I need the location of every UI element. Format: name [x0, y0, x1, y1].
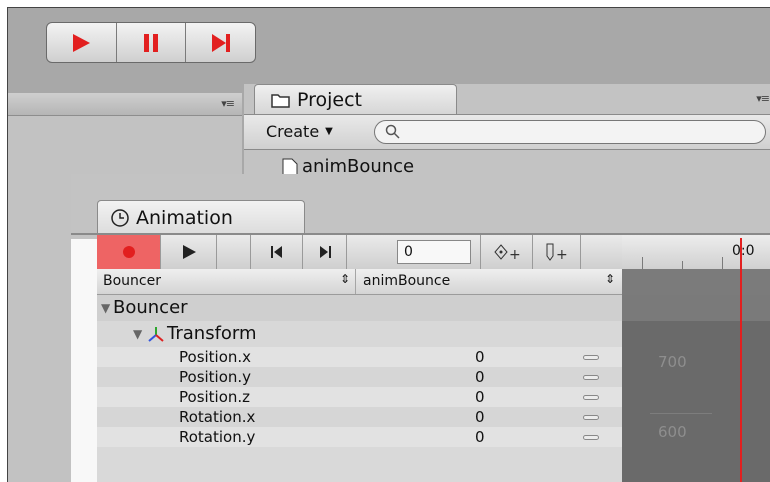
property-value[interactable]: 0 [475, 408, 485, 426]
svg-text:+: + [509, 247, 520, 261]
timeline-ruler[interactable]: 0:0 [622, 235, 770, 270]
ruler-tick [722, 257, 723, 269]
play-icon [182, 245, 196, 259]
curve-editor[interactable]: 700 600 [622, 269, 770, 482]
ruler-tick [642, 257, 643, 269]
object-selector-arrows-icon: ⇕ [340, 272, 351, 286]
ruler-tick [682, 261, 683, 269]
property-name: Rotation.x [179, 408, 256, 426]
property-name: Position.x [179, 348, 252, 366]
add-event-button[interactable]: + [533, 235, 581, 269]
animation-window: Animation 0 + + 0:0 Bouncer ⇕ animBounce… [71, 174, 770, 482]
curve-toggle-icon[interactable] [583, 435, 599, 440]
column-divider [355, 269, 356, 294]
search-icon [385, 124, 400, 139]
file-icon [282, 158, 298, 175]
record-icon [122, 246, 135, 258]
clip-selector[interactable]: animBounce [363, 273, 450, 289]
time-label: 0:0 [732, 243, 755, 259]
next-keyframe-button[interactable] [303, 235, 347, 269]
property-list: Bouncer ⇕ animBounce ⇕ ▼ Bouncer ▼ Trans… [97, 269, 622, 482]
svg-text:+: + [556, 247, 568, 262]
dropdown-arrow-icon: ▼ [325, 126, 333, 137]
property-name: Position.y [179, 368, 252, 386]
property-row[interactable]: Rotation.x 0 [97, 407, 622, 427]
tab-animation[interactable]: Animation [97, 200, 305, 234]
property-value[interactable]: 0 [475, 388, 485, 406]
prev-keyframe-icon [270, 246, 282, 258]
property-name: Position.z [179, 388, 251, 406]
component-label: Transform [167, 323, 257, 344]
hierarchy-header: ▾≡ [8, 93, 242, 116]
property-value[interactable]: 0 [475, 348, 485, 366]
curve-toggle-icon[interactable] [583, 395, 599, 400]
search-input[interactable] [374, 120, 766, 144]
play-button[interactable] [47, 23, 117, 62]
add-event-icon: + [546, 243, 568, 262]
curve-gridline [650, 413, 712, 414]
clock-icon [111, 208, 129, 227]
editor-screen: ▾≡ Project ▾≡ Create ▼ animBounce Animat… [7, 7, 770, 482]
root-label: Bouncer [113, 297, 188, 318]
curve-toggle-icon[interactable] [583, 415, 599, 420]
create-label: Create [266, 122, 320, 141]
panel-menu-icon[interactable]: ▾≡ [221, 97, 235, 110]
curve-toggle-icon[interactable] [583, 375, 599, 380]
curve-toggle-icon[interactable] [583, 355, 599, 360]
frame-field[interactable]: 0 [397, 240, 471, 264]
property-value[interactable]: 0 [475, 368, 485, 386]
create-dropdown[interactable]: Create ▼ [266, 122, 333, 141]
pause-button[interactable] [117, 23, 187, 62]
object-selector[interactable]: Bouncer [103, 273, 161, 289]
pause-icon [144, 33, 158, 52]
playhead[interactable] [740, 238, 742, 482]
transform-axes-icon [148, 327, 164, 342]
next-keyframe-icon [319, 246, 331, 258]
curve-axis-label: 600 [658, 423, 687, 441]
animation-tab-area: Animation [71, 174, 770, 239]
animation-tab-label: Animation [136, 206, 233, 229]
record-button[interactable] [97, 235, 161, 269]
anim-play-button[interactable] [161, 235, 217, 269]
property-row[interactable]: Position.z 0 [97, 387, 622, 407]
project-tab-label: Project [297, 88, 363, 111]
curve-band [622, 295, 770, 321]
play-icon [73, 33, 91, 52]
prev-keyframe-button[interactable] [251, 235, 303, 269]
curve-axis-label: 700 [658, 353, 687, 371]
tab-project[interactable]: Project [254, 84, 457, 114]
tree-row-root[interactable]: ▼ Bouncer [97, 295, 622, 321]
clip-selector-arrows-icon: ⇕ [605, 272, 616, 286]
tree-row-transform[interactable]: ▼ Transform [97, 321, 622, 347]
toolbar-spacer [217, 235, 251, 269]
property-row[interactable]: Rotation.y 0 [97, 427, 622, 447]
property-value[interactable]: 0 [475, 428, 485, 446]
add-keyframe-icon: + [493, 244, 520, 261]
step-forward-icon [211, 33, 230, 52]
project-menu-icon[interactable]: ▾≡ [756, 92, 770, 105]
step-button[interactable] [186, 23, 255, 62]
project-toolbar: Create ▼ [244, 115, 770, 150]
property-list-header: Bouncer ⇕ animBounce ⇕ [97, 269, 622, 295]
property-row[interactable]: Position.y 0 [97, 367, 622, 387]
folder-icon [271, 93, 290, 108]
property-row[interactable]: Position.x 0 [97, 347, 622, 367]
expand-triangle-icon: ▼ [133, 327, 143, 341]
playback-toolbar [46, 22, 256, 63]
expand-triangle-icon: ▼ [101, 301, 111, 315]
add-keyframe-button[interactable]: + [481, 235, 533, 269]
curve-band [622, 269, 770, 295]
property-name: Rotation.y [179, 428, 256, 446]
